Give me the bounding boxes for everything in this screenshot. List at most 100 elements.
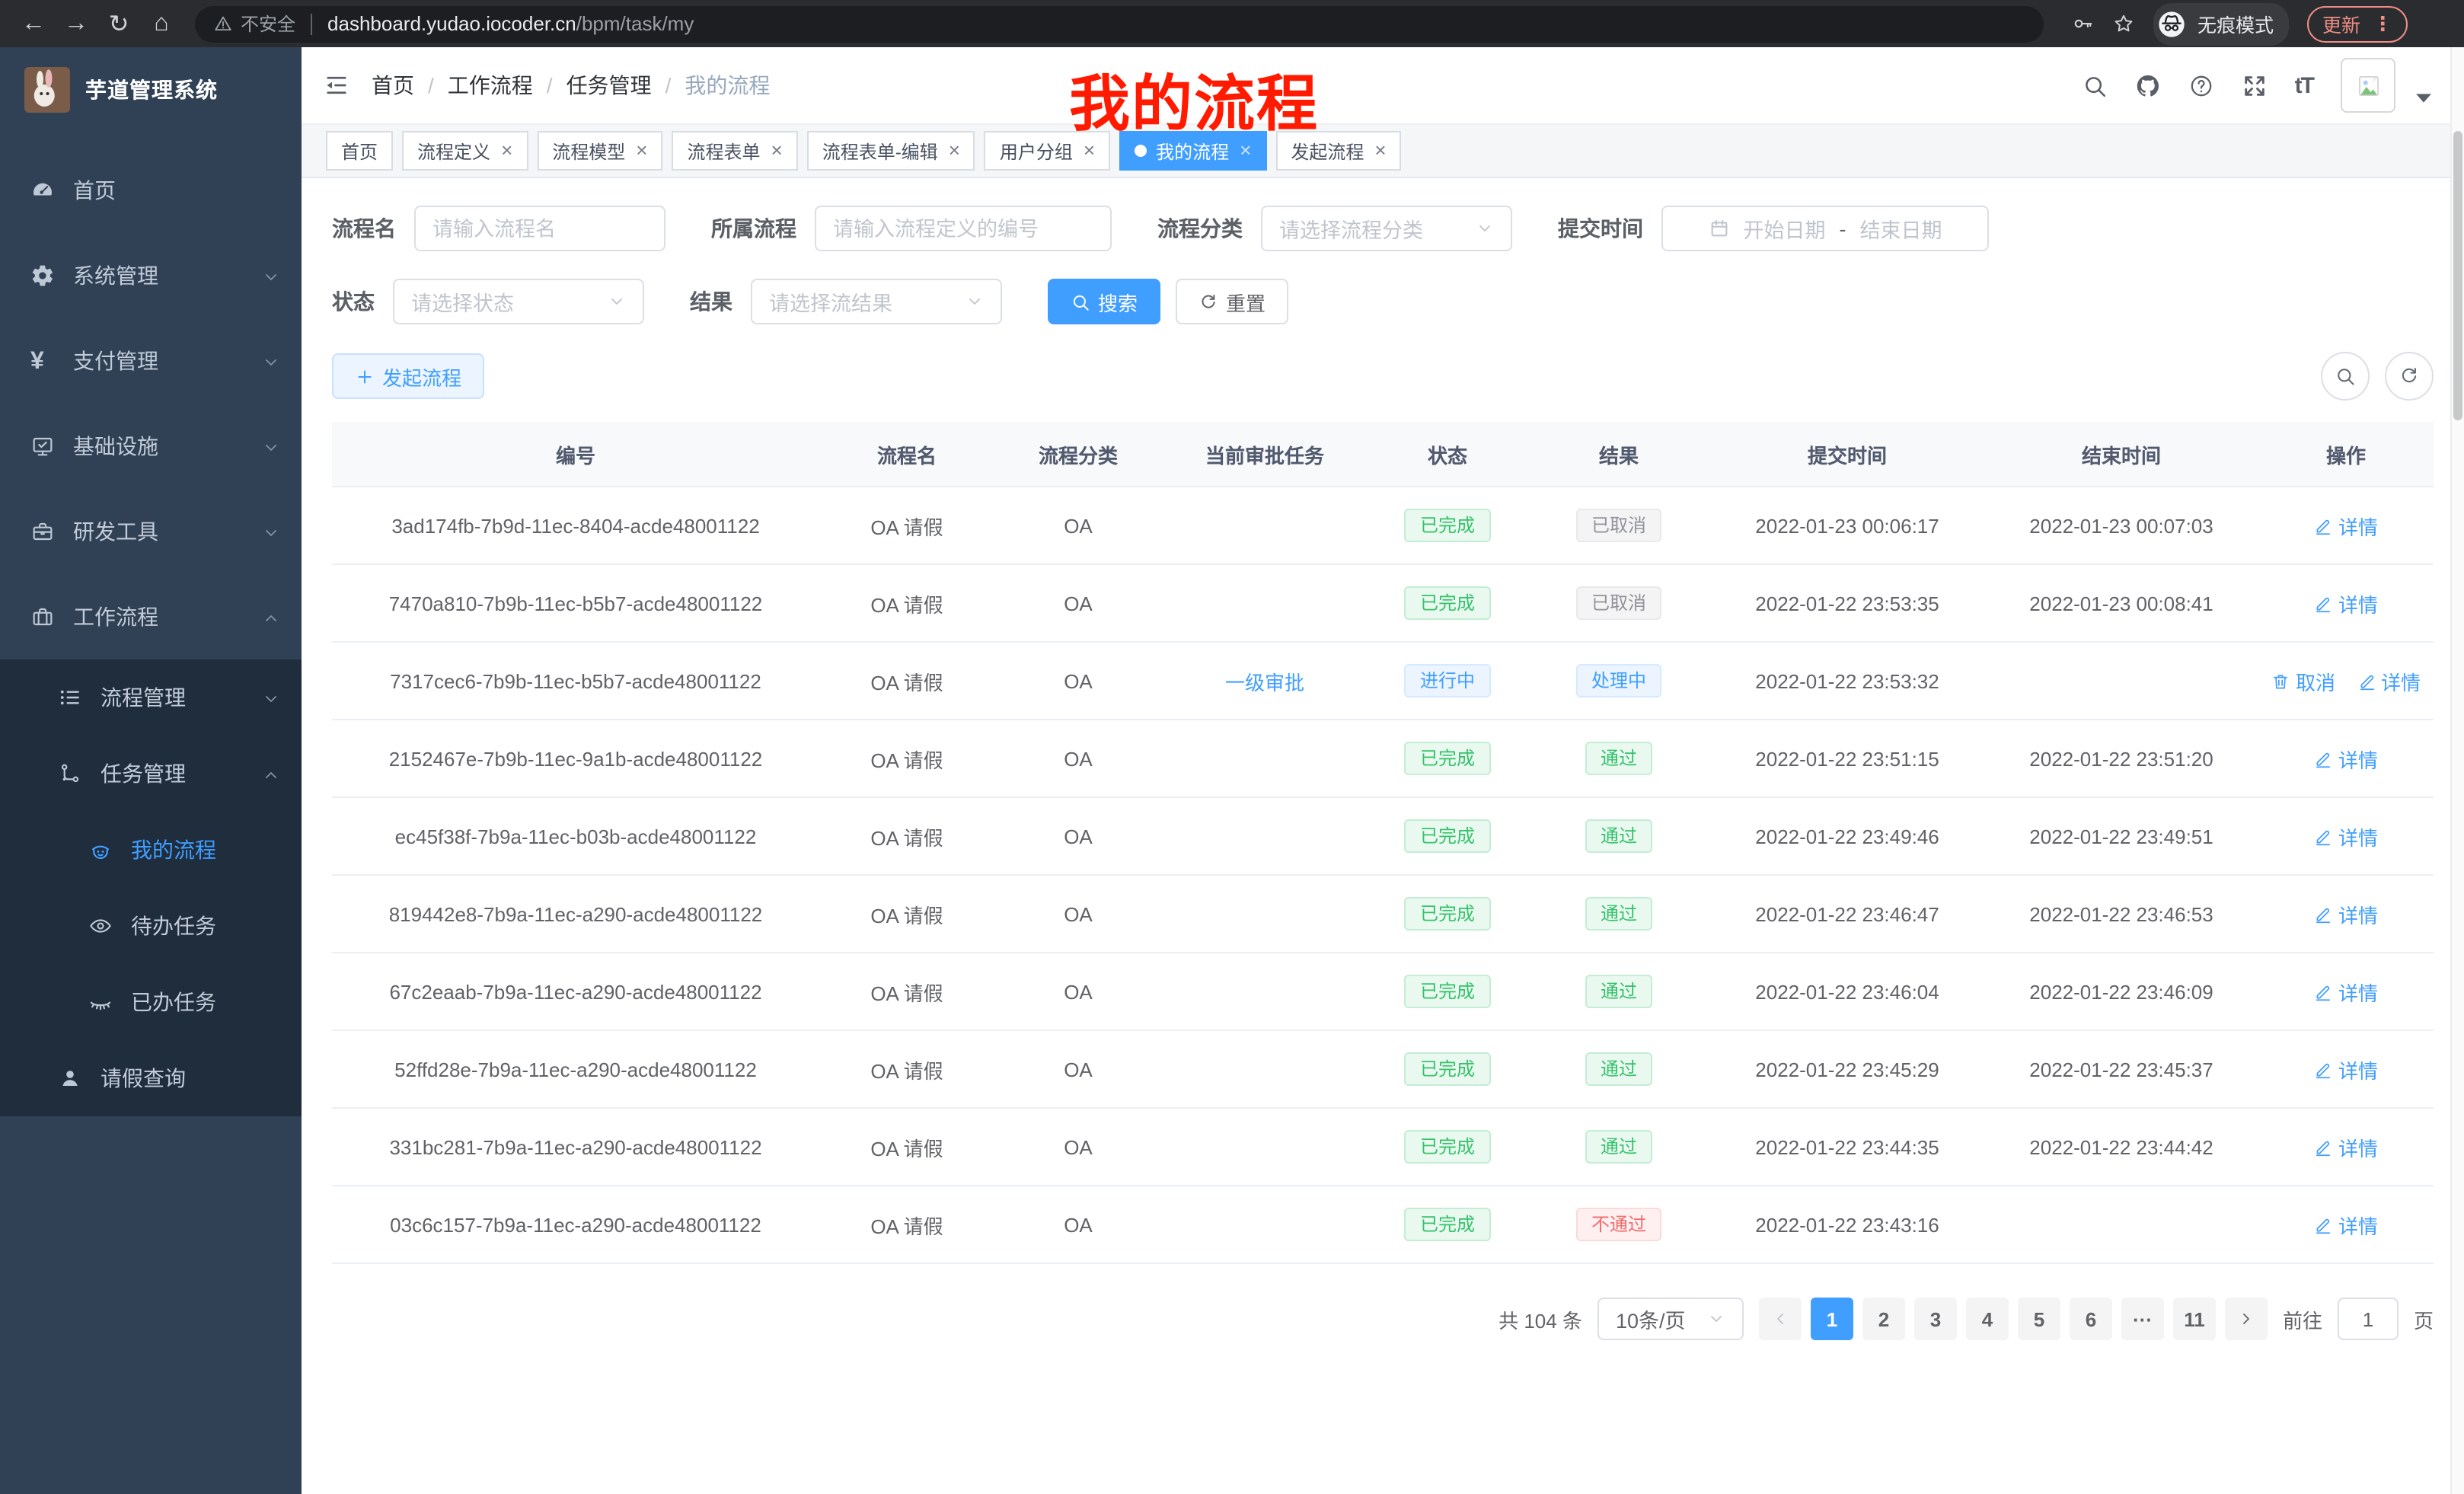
home-icon[interactable]: ⌂ [143, 5, 180, 42]
scrollbar[interactable] [2450, 47, 2464, 1494]
status-badge: 已完成 [1405, 975, 1490, 1008]
security-warning[interactable]: 不安全 [213, 11, 295, 37]
tab-close-icon[interactable]: × [949, 142, 960, 160]
avatar[interactable] [2341, 58, 2395, 113]
password-key-icon[interactable] [2071, 12, 2094, 35]
bookmark-star-icon[interactable] [2112, 12, 2135, 35]
create-process-button[interactable]: 发起流程 [332, 353, 484, 399]
column-流程名: 流程名 [819, 422, 994, 487]
sidebar-item-已办任务[interactable]: 已办任务 [0, 964, 302, 1040]
chevron-down-icon[interactable] [2411, 85, 2437, 110]
jump-page-input[interactable] [2338, 1298, 2399, 1340]
page-button-5[interactable]: 5 [2018, 1298, 2060, 1340]
result-select[interactable]: 请选择流结果 [751, 279, 1002, 324]
tab-流程模型[interactable]: 流程模型× [537, 131, 662, 171]
page-button-1[interactable]: 1 [1811, 1298, 1853, 1340]
tab-流程表单-编辑[interactable]: 流程表单-编辑× [807, 131, 975, 171]
sidebar-item-任务管理[interactable]: 任务管理 [0, 736, 302, 812]
detail-button[interactable]: 详情 [2314, 1210, 2378, 1239]
sidebar-item-我的流程[interactable]: 我的流程 [0, 812, 302, 888]
address-bar[interactable]: 不安全 dashboard.yudao.iocoder.cn /bpm/task… [195, 5, 2044, 42]
category-select[interactable]: 请选择流程分类 [1261, 206, 1512, 251]
detail-button[interactable]: 详情 [2314, 822, 2378, 851]
github-icon[interactable] [2135, 72, 2161, 98]
cell-name: OA 请假 [819, 875, 994, 953]
tab-close-icon[interactable]: × [1374, 142, 1386, 160]
detail-button[interactable]: 详情 [2314, 1055, 2378, 1084]
reset-button[interactable]: 重置 [1176, 279, 1288, 324]
app-logo[interactable]: 芋道管理系统 [0, 47, 302, 132]
sidebar-fold-icon[interactable] [323, 72, 350, 99]
breadcrumb: 首页/工作流程/任务管理/我的流程 [372, 70, 770, 101]
cell-submit-time: 2022-01-22 23:46:04 [1710, 953, 1984, 1030]
tab-close-icon[interactable]: × [771, 142, 783, 160]
cell-actions: 详情 [2258, 1108, 2434, 1186]
submit-time-range-picker[interactable]: 开始日期 - 结束日期 [1661, 206, 1989, 251]
tab-close-icon[interactable]: × [1084, 142, 1095, 160]
sidebar-item-基础设施[interactable]: 基础设施 [0, 404, 302, 489]
detail-button[interactable]: 详情 [2314, 899, 2378, 928]
fullscreen-icon[interactable] [2242, 72, 2268, 98]
cell-id: 3ad174fb-7b9d-11ec-8404-acde48001122 [332, 487, 819, 564]
cell-actions: 详情 [2258, 797, 2434, 875]
tab-首页[interactable]: 首页 [326, 131, 393, 171]
page-button-2[interactable]: 2 [1862, 1298, 1905, 1340]
detail-button[interactable]: 详情 [2314, 589, 2378, 618]
back-icon[interactable]: ← [15, 5, 52, 42]
pager-ellipsis[interactable]: ··· [2121, 1298, 2164, 1340]
refresh-table-button[interactable] [2385, 352, 2434, 401]
process-id-input[interactable] [815, 206, 1112, 251]
cell-end-time: 2022-01-23 00:08:41 [1984, 564, 2258, 642]
forward-icon[interactable]: → [58, 5, 94, 42]
fontsize-icon[interactable]: tT [2295, 72, 2313, 98]
page-button-6[interactable]: 6 [2070, 1298, 2112, 1340]
cell-status: 已完成 [1368, 720, 1527, 797]
detail-button[interactable]: 详情 [2314, 511, 2378, 540]
tab-close-icon[interactable]: × [501, 142, 512, 160]
sidebar-item-研发工具[interactable]: 研发工具 [0, 489, 302, 574]
status-badge: 已完成 [1405, 819, 1490, 853]
next-page-button[interactable] [2225, 1298, 2268, 1340]
breadcrumb-item[interactable]: 任务管理 [567, 70, 652, 101]
detail-button[interactable]: 详情 [2314, 744, 2378, 773]
search-icon[interactable] [2082, 72, 2108, 98]
tab-流程表单[interactable]: 流程表单× [672, 131, 797, 171]
cancel-button[interactable]: 取消 [2271, 666, 2335, 695]
sidebar-item-支付管理[interactable]: ¥支付管理 [0, 318, 302, 404]
page-button-11[interactable]: 11 [2173, 1298, 2216, 1340]
breadcrumb-item[interactable]: 首页 [372, 70, 414, 101]
detail-button[interactable]: 详情 [2314, 1132, 2378, 1161]
status-select[interactable]: 请选择状态 [393, 279, 644, 324]
breadcrumb-item[interactable]: 工作流程 [448, 70, 533, 101]
sidebar-item-系统管理[interactable]: 系统管理 [0, 233, 302, 318]
sidebar-item-流程管理[interactable]: 流程管理 [0, 659, 302, 736]
tab-用户分组[interactable]: 用户分组× [985, 131, 1110, 171]
detail-button[interactable]: 详情 [2314, 977, 2378, 1006]
prev-page-button[interactable] [1759, 1298, 1802, 1340]
scrollbar-thumb[interactable] [2453, 131, 2462, 420]
help-icon[interactable] [2188, 72, 2214, 98]
browser-update-button[interactable]: 更新 ⋮ [2307, 5, 2408, 42]
page-button-4[interactable]: 4 [1966, 1298, 2009, 1340]
detail-button[interactable]: 详情 [2357, 666, 2421, 695]
reload-icon[interactable]: ↻ [101, 5, 137, 42]
cell-status: 已完成 [1368, 564, 1527, 642]
sidebar-item-工作流程[interactable]: 工作流程 [0, 574, 302, 659]
sidebar-item-首页[interactable]: 首页 [0, 148, 302, 233]
tab-close-icon[interactable]: × [1240, 142, 1251, 160]
tab-流程定义[interactable]: 流程定义× [402, 131, 528, 171]
process-name-input[interactable] [414, 206, 665, 251]
toggle-search-button[interactable] [2321, 352, 2370, 401]
tab-close-icon[interactable]: × [636, 142, 647, 160]
browser-menu-icon[interactable]: ⋮ [2373, 11, 2392, 36]
sidebar-item-待办任务[interactable]: 待办任务 [0, 888, 302, 964]
tab-我的流程[interactable]: 我的流程× [1119, 131, 1266, 171]
cell-id: 7470a810-7b9b-11ec-b5b7-acde48001122 [332, 564, 819, 642]
search-button[interactable]: 搜索 [1048, 279, 1160, 324]
filter-status-label: 状态 [332, 286, 375, 317]
tab-发起流程[interactable]: 发起流程× [1275, 131, 1401, 171]
task-link[interactable]: 一级审批 [1225, 671, 1304, 694]
sidebar-item-请假查询[interactable]: 请假查询 [0, 1040, 302, 1116]
page-size-select[interactable]: 10条/页 [1597, 1298, 1744, 1340]
page-button-3[interactable]: 3 [1914, 1298, 1957, 1340]
